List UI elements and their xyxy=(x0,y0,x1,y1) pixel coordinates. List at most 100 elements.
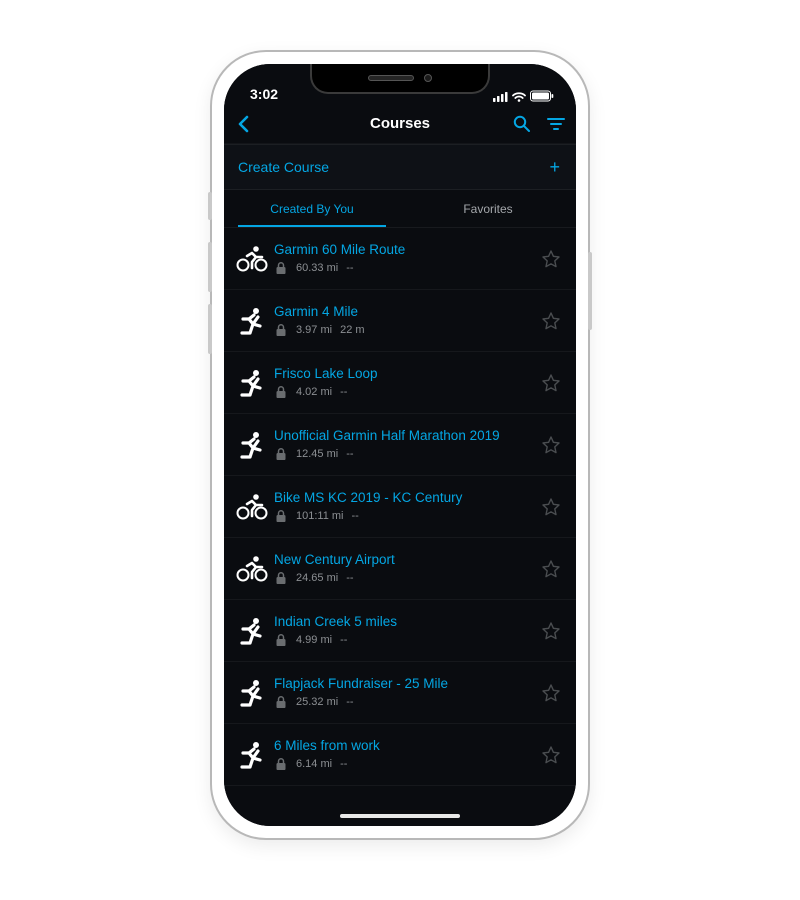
course-body: Unofficial Garmin Half Marathon 2019 12.4… xyxy=(272,428,536,462)
course-duration: -- xyxy=(352,510,359,522)
favorite-star-button[interactable] xyxy=(536,311,566,331)
course-title: Unofficial Garmin Half Marathon 2019 xyxy=(274,428,536,445)
favorite-star-button[interactable] xyxy=(536,435,566,455)
page-title: Courses xyxy=(370,115,430,132)
course-body: Garmin 4 Mile3.97 mi22 m xyxy=(272,304,536,338)
course-meta: 4.99 mi-- xyxy=(274,633,536,647)
course-list[interactable]: Garmin 60 Mile Route60.33 mi--Garmin 4 M… xyxy=(224,228,576,826)
course-distance: 60.33 mi xyxy=(296,262,338,274)
lock-icon xyxy=(274,633,288,647)
battery-icon xyxy=(530,90,554,102)
phone-screen: 3:02 Courses xyxy=(224,64,576,826)
bike-icon xyxy=(232,244,272,274)
phone-side-button xyxy=(208,242,212,292)
run-icon xyxy=(232,306,272,336)
lock-icon xyxy=(274,261,288,275)
tab-label: Favorites xyxy=(463,202,512,216)
phone-frame: 3:02 Courses xyxy=(210,50,590,840)
course-meta: 12.45 mi -- xyxy=(274,447,536,461)
course-body: Bike MS KC 2019 - KC Century 101:11 mi-- xyxy=(272,490,536,524)
create-course-button[interactable]: Create Course + xyxy=(224,144,576,190)
course-distance: 6.14 mi xyxy=(296,758,332,770)
course-row[interactable]: Flapjack Fundraiser - 25 Mile 25.32 mi-- xyxy=(224,662,576,724)
course-distance: 12.45 mi xyxy=(296,448,338,460)
phone-notch xyxy=(310,64,490,94)
bike-icon xyxy=(232,492,272,522)
create-course-label: Create Course xyxy=(238,159,329,175)
favorite-star-button[interactable] xyxy=(536,745,566,765)
course-duration: -- xyxy=(346,572,353,584)
phone-side-button xyxy=(588,252,592,330)
course-body: Garmin 60 Mile Route60.33 mi-- xyxy=(272,242,536,276)
course-duration: 22 m xyxy=(340,324,364,336)
favorite-star-button[interactable] xyxy=(536,683,566,703)
course-meta: 24.65 mi -- xyxy=(274,571,536,585)
course-distance: 24.65 mi xyxy=(296,572,338,584)
lock-icon xyxy=(274,509,288,523)
lock-icon xyxy=(274,447,288,461)
run-icon xyxy=(232,368,272,398)
favorite-star-button[interactable] xyxy=(536,373,566,393)
course-meta: 25.32 mi-- xyxy=(274,695,536,709)
course-meta: 3.97 mi 22 m xyxy=(274,323,536,337)
run-icon xyxy=(232,678,272,708)
run-icon xyxy=(232,430,272,460)
course-body: Indian Creek 5 miles 4.99 mi-- xyxy=(272,614,536,648)
course-title: Flapjack Fundraiser - 25 Mile xyxy=(274,676,536,693)
course-row[interactable]: Garmin 60 Mile Route60.33 mi-- xyxy=(224,228,576,290)
course-meta: 4.02 mi-- xyxy=(274,385,536,399)
course-body: Frisco Lake Loop 4.02 mi-- xyxy=(272,366,536,400)
favorite-star-button[interactable] xyxy=(536,249,566,269)
lock-icon xyxy=(274,757,288,771)
course-row[interactable]: Unofficial Garmin Half Marathon 2019 12.4… xyxy=(224,414,576,476)
lock-icon xyxy=(274,571,288,585)
course-duration: -- xyxy=(340,386,347,398)
cellular-signal-icon xyxy=(493,91,508,102)
course-title: Bike MS KC 2019 - KC Century xyxy=(274,490,536,507)
phone-side-button xyxy=(208,192,212,220)
lock-icon xyxy=(274,695,288,709)
favorite-star-button[interactable] xyxy=(536,497,566,517)
course-row[interactable]: Indian Creek 5 miles 4.99 mi-- xyxy=(224,600,576,662)
course-distance: 3.97 mi xyxy=(296,324,332,336)
run-icon xyxy=(232,616,272,646)
tabs: Created By You Favorites xyxy=(224,190,576,228)
lock-icon xyxy=(274,323,288,337)
filter-button[interactable] xyxy=(546,114,566,134)
search-button[interactable] xyxy=(512,114,532,134)
course-row[interactable]: Frisco Lake Loop 4.02 mi-- xyxy=(224,352,576,414)
course-title: Frisco Lake Loop xyxy=(274,366,536,383)
course-distance: 25.32 mi xyxy=(296,696,338,708)
course-row[interactable]: Bike MS KC 2019 - KC Century 101:11 mi-- xyxy=(224,476,576,538)
favorite-star-button[interactable] xyxy=(536,621,566,641)
tab-created-by-you[interactable]: Created By You xyxy=(224,190,400,228)
phone-camera xyxy=(424,74,432,82)
course-row[interactable]: New Century Airport 24.65 mi -- xyxy=(224,538,576,600)
home-indicator[interactable] xyxy=(340,814,460,818)
bike-icon xyxy=(232,554,272,584)
course-meta: 101:11 mi-- xyxy=(274,509,536,523)
phone-side-button xyxy=(208,304,212,354)
back-button[interactable] xyxy=(234,114,254,134)
course-row[interactable]: Garmin 4 Mile3.97 mi22 m xyxy=(224,290,576,352)
phone-speaker xyxy=(368,75,414,81)
course-duration: -- xyxy=(346,448,353,460)
course-duration: -- xyxy=(346,262,353,274)
wifi-icon xyxy=(512,91,526,102)
course-title: Indian Creek 5 miles xyxy=(274,614,536,631)
run-icon xyxy=(232,740,272,770)
lock-icon xyxy=(274,385,288,399)
course-body: New Century Airport 24.65 mi -- xyxy=(272,552,536,586)
tab-label: Created By You xyxy=(270,202,353,216)
course-duration: -- xyxy=(340,758,347,770)
course-title: New Century Airport xyxy=(274,552,536,569)
tab-favorites[interactable]: Favorites xyxy=(400,190,576,228)
favorite-star-button[interactable] xyxy=(536,559,566,579)
course-meta: 6.14 mi -- xyxy=(274,757,536,771)
course-body: 6 Miles from work6.14 mi-- xyxy=(272,738,536,772)
course-body: Flapjack Fundraiser - 25 Mile 25.32 mi-- xyxy=(272,676,536,710)
course-row[interactable]: 6 Miles from work6.14 mi-- xyxy=(224,724,576,786)
course-distance: 4.99 mi xyxy=(296,634,332,646)
course-meta: 60.33 mi -- xyxy=(274,261,536,275)
plus-icon: + xyxy=(549,157,560,178)
